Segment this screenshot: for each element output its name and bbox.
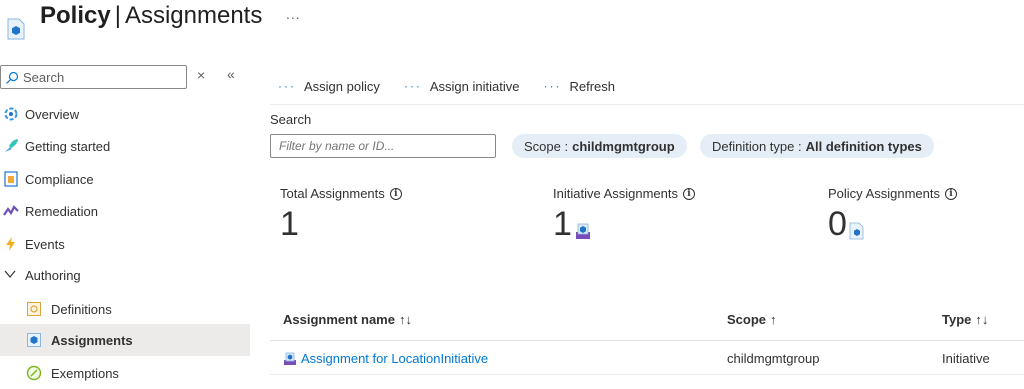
- clear-search-button[interactable]: ×: [197, 67, 205, 83]
- info-icon[interactable]: i: [683, 187, 696, 200]
- sidebar-item-label: Compliance: [25, 171, 94, 187]
- sidebar-item-getting-started[interactable]: Getting started: [0, 130, 250, 162]
- table-header-divider: [270, 340, 1024, 341]
- column-header-assignment-name[interactable]: Assignment name ↑↓: [283, 312, 412, 327]
- scope-filter-pill[interactable]: Scope : childmgmtgroup: [512, 134, 687, 158]
- sidebar-item-label: Remediation: [25, 203, 98, 219]
- stat-initiative-assignments: Initiative Assignments i 1: [553, 186, 696, 243]
- sidebar: Search × « Overview Getting started Comp…: [0, 62, 250, 389]
- page-title: Policy | Assignments: [40, 2, 262, 30]
- column-header-label: Type: [942, 312, 972, 327]
- sort-icon: ↑↓: [398, 312, 412, 327]
- collapse-sidebar-button[interactable]: «: [227, 66, 235, 82]
- sidebar-item-label: Getting started: [25, 138, 111, 154]
- toolbar-divider: [270, 104, 1024, 105]
- column-header-scope[interactable]: Scope ↑: [727, 312, 777, 327]
- stat-value: 1: [280, 205, 299, 243]
- definition-type-filter-label: Definition type :: [712, 138, 802, 154]
- command-bar: ··· Assign policy ··· Assign initiative …: [270, 72, 1024, 100]
- initiative-icon: [284, 352, 296, 365]
- remediation-icon: [3, 203, 19, 219]
- scope-filter-label: Scope :: [524, 138, 569, 154]
- sidebar-item-label: Assignments: [51, 332, 133, 348]
- info-icon[interactable]: i: [945, 187, 957, 200]
- definitions-icon: [26, 301, 42, 317]
- sidebar-item-definitions[interactable]: Definitions: [0, 293, 250, 325]
- sidebar-item-label: Authoring: [25, 267, 81, 283]
- title-service: Policy: [40, 2, 111, 29]
- sidebar-item-exemptions[interactable]: Exemptions: [0, 357, 250, 389]
- sidebar-item-label: Overview: [25, 106, 80, 122]
- sidebar-item-label: Definitions: [51, 301, 112, 317]
- column-header-label: Scope: [727, 312, 767, 327]
- more-options-button[interactable]: ...: [286, 6, 301, 22]
- definition-type-filter-value: All definition types: [805, 138, 922, 154]
- stat-label: Total Assignments: [280, 186, 385, 201]
- sidebar-item-label: Events: [25, 236, 65, 252]
- refresh-label: Refresh: [569, 78, 616, 94]
- main-content: ··· Assign policy ··· Assign initiative …: [270, 62, 1024, 389]
- title-page: Assignments: [124, 2, 263, 29]
- assign-policy-label: Assign policy: [304, 78, 380, 94]
- compliance-icon: [3, 171, 19, 187]
- filter-search-input[interactable]: [270, 134, 496, 158]
- sidebar-item-label: Exemptions: [51, 365, 119, 381]
- definition-type-filter-pill[interactable]: Definition type : All definition types: [700, 134, 934, 158]
- initiative-icon: [575, 223, 590, 239]
- assignment-name-link[interactable]: Assignment for LocationInitiative: [283, 351, 488, 366]
- sidebar-search-placeholder: Search: [23, 70, 65, 85]
- stat-label: Policy Assignments: [828, 186, 940, 201]
- assignment-name: Assignment for LocationInitiative: [301, 351, 489, 366]
- refresh-icon: ···: [543, 79, 562, 93]
- sidebar-item-assignments[interactable]: Assignments: [0, 324, 250, 356]
- policy-icon: [7, 18, 25, 40]
- search-label: Search: [270, 112, 312, 127]
- assignment-type: Initiative: [942, 351, 990, 366]
- table-row-divider: [270, 374, 1024, 375]
- stat-value: 0: [828, 205, 847, 243]
- exemptions-icon: [26, 365, 42, 381]
- refresh-button[interactable]: ··· Refresh: [535, 79, 615, 94]
- assign-initiative-icon: ···: [403, 79, 422, 93]
- sidebar-item-overview[interactable]: Overview: [0, 98, 250, 130]
- sidebar-item-remediation[interactable]: Remediation: [0, 195, 250, 227]
- assign-initiative-label: Assign initiative: [429, 78, 520, 94]
- assign-policy-icon: ···: [278, 79, 296, 93]
- events-icon: [3, 236, 19, 252]
- assignment-scope: childmgmtgroup: [727, 351, 820, 366]
- sort-ascending-icon: ↑: [770, 312, 777, 327]
- title-separator: |: [114, 2, 121, 29]
- policy-definition-icon: [849, 222, 864, 240]
- assign-policy-button[interactable]: ··· Assign policy: [270, 79, 380, 94]
- sidebar-item-compliance[interactable]: Compliance: [0, 163, 250, 195]
- sidebar-item-events[interactable]: Events: [0, 228, 250, 260]
- chevron-down-icon: [4, 268, 16, 283]
- getting-started-icon: [3, 138, 19, 154]
- scope-filter-value: childmgmtgroup: [572, 138, 675, 154]
- assignments-icon: [26, 332, 42, 348]
- stat-policy-assignments: Policy Assignments i 0: [828, 186, 957, 241]
- column-header-label: Assignment name: [283, 312, 395, 327]
- overview-icon: [3, 106, 19, 122]
- blade-header: Policy | Assignments ...: [0, 0, 1024, 50]
- sidebar-group-authoring[interactable]: Authoring: [0, 259, 250, 291]
- assign-initiative-button[interactable]: ··· Assign initiative: [396, 79, 520, 94]
- stat-total-assignments: Total Assignments i 1: [280, 186, 402, 241]
- sidebar-search-input[interactable]: Search: [0, 65, 187, 89]
- info-icon[interactable]: i: [389, 187, 402, 200]
- stat-label: Initiative Assignments: [553, 186, 679, 201]
- stat-value: 1: [553, 205, 572, 243]
- sort-icon: ↑↓: [975, 312, 989, 327]
- search-icon: [6, 71, 19, 84]
- column-header-type[interactable]: Type ↑↓: [942, 312, 988, 327]
